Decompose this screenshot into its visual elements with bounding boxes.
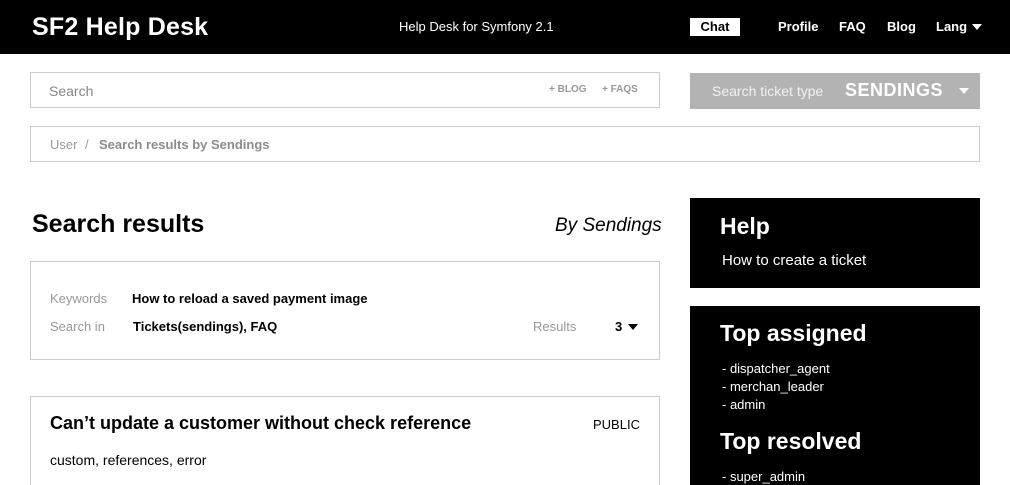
top-resolved-title: Top resolved [720,428,862,454]
result-tags: custom, references, error [50,452,207,468]
results-filter-label: By Sendings [555,215,662,236]
breadcrumb-current: Search results by Sendings [99,137,270,152]
nav-lang-label: Lang [936,19,968,34]
breadcrumb-separator: / [85,137,89,152]
help-title: Help [720,213,770,239]
search-summary-box: Keywords How to reload a saved payment i… [30,261,660,360]
search-bar: + BLOG + FAQS [30,72,660,108]
search-input[interactable] [49,81,519,101]
page-title: Search results [32,210,205,238]
list-item[interactable]: - dispatcher_agent [722,360,830,378]
search-faqs-toggle[interactable]: + FAQS [602,84,638,95]
ticket-type-select[interactable]: Search ticket type SENDINGS [690,73,980,109]
breadcrumb-user-link[interactable]: User [50,137,77,152]
keywords-value: How to reload a saved payment image [132,291,368,306]
results-label: Results [533,319,577,334]
list-item[interactable]: - admin [722,396,830,414]
top-navigation-bar: SF2 Help Desk Help Desk for Symfony 2.1 … [0,0,1010,54]
search-in-value: Tickets(sendings), FAQ [133,319,278,334]
visibility-badge: PUBLIC [593,417,640,432]
nav-profile-link[interactable]: Profile [778,19,818,34]
list-item[interactable]: - merchan_leader [722,378,830,396]
chevron-down-icon [628,324,639,330]
list-item[interactable]: - super_admin [722,468,805,485]
keywords-label: Keywords [50,291,108,306]
nav-blog-link[interactable]: Blog [887,19,916,34]
help-panel: Help How to create a ticket [690,198,980,288]
top-assigned-title: Top assigned [720,320,867,346]
top-assigned-list: - dispatcher_agent - merchan_leader - ad… [722,360,830,414]
search-in-label: Search in [50,319,105,334]
result-card[interactable]: Can’t update a customer without check re… [30,396,660,485]
search-blog-toggle[interactable]: + BLOG [549,84,587,95]
breadcrumb: User / Search results by Sendings [30,126,980,162]
results-count-dropdown[interactable]: 3 [615,319,639,334]
result-title[interactable]: Can’t update a customer without check re… [50,413,471,434]
chat-button[interactable]: Chat [690,18,740,36]
app-tagline: Help Desk for Symfony 2.1 [399,19,554,34]
top-resolved-list: - super_admin [722,468,805,485]
nav-faq-link[interactable]: FAQ [839,19,866,34]
ticket-type-value: SENDINGS [845,80,944,100]
nav-lang-dropdown[interactable]: Lang [936,19,983,34]
create-ticket-help-link[interactable]: How to create a ticket [722,252,866,269]
chevron-down-icon [972,24,983,30]
ticket-type-label: Search ticket type [712,83,824,99]
chevron-down-icon [959,88,969,94]
top-stats-panel: Top assigned - dispatcher_agent - mercha… [690,306,980,485]
app-logo[interactable]: SF2 Help Desk [32,13,208,42]
results-count-value: 3 [615,319,623,334]
